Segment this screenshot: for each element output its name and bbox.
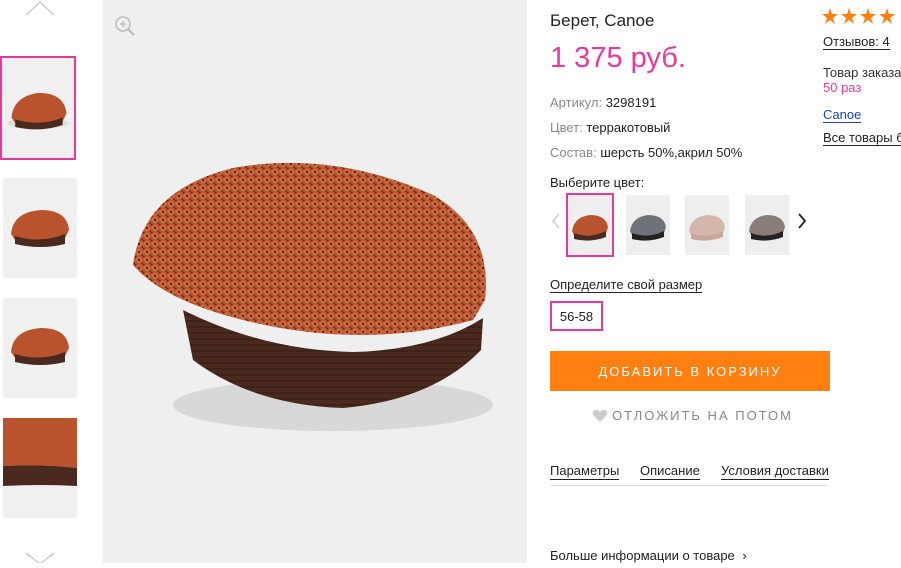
thumbnails-down-arrow-icon[interactable] — [24, 552, 56, 563]
ordered-count: 50 раз — [823, 80, 862, 95]
tabs-divider — [550, 485, 827, 486]
thumbnail-1[interactable] — [0, 56, 76, 160]
ordered-label: Товар заказан — [823, 65, 901, 80]
reviews-link[interactable]: Отзывов: 4 — [823, 34, 890, 50]
attribute-value: 3298191 — [605, 95, 657, 110]
attribute-value: терракотовый — [586, 120, 671, 135]
color-swatch-beige[interactable] — [685, 195, 729, 255]
color-swatch-grey[interactable] — [626, 195, 670, 255]
thumbnails-up-arrow-icon[interactable] — [24, 0, 56, 16]
choose-color-label: Выберите цвет: — [550, 175, 645, 190]
color-swatch-taupe[interactable] — [745, 195, 789, 255]
attribute-article: Артикул: 3298191 — [550, 95, 656, 110]
tab-parameters[interactable]: Параметры — [550, 463, 620, 480]
attribute-composition: Состав: шерсть 50%,акрил 50% — [550, 145, 742, 160]
more-info-label: Больше информации о товаре — [550, 548, 735, 563]
star-icon — [879, 8, 895, 24]
thumbnail-4[interactable] — [3, 418, 77, 518]
save-for-later-label: ОТЛОЖИТЬ НА ПОТОМ — [612, 408, 793, 423]
attribute-label: Цвет: — [550, 120, 583, 135]
attribute-color: Цвет: терракотовый — [550, 120, 670, 135]
save-for-later-button[interactable]: ОТЛОЖИТЬ НА ПОТОМ — [592, 408, 793, 423]
color-prev-arrow-icon[interactable] — [551, 213, 561, 229]
star-icon — [822, 8, 838, 24]
add-to-cart-button[interactable]: ДОБАВИТЬ В КОРЗИНУ — [550, 351, 830, 391]
attribute-label: Артикул: — [550, 95, 603, 110]
zoom-icon[interactable] — [114, 15, 136, 37]
more-info-link[interactable]: Больше информации о товаре › — [550, 548, 747, 563]
rating-stars — [822, 8, 901, 30]
product-title: Берет, Canoe — [550, 11, 655, 30]
brand-link[interactable]: Canoe — [823, 108, 862, 123]
star-icon — [841, 8, 857, 24]
size-option-56-58[interactable]: 56-58 — [550, 301, 603, 331]
tab-delivery[interactable]: Условия доставки — [721, 463, 829, 480]
size-guide-link[interactable]: Определите свой размер — [550, 277, 703, 293]
star-icon — [860, 8, 876, 24]
color-next-arrow-icon[interactable] — [797, 213, 807, 229]
chevron-right-icon: › — [742, 548, 747, 563]
attribute-label: Состав: — [550, 145, 597, 160]
heart-icon — [592, 409, 608, 422]
thumbnail-2[interactable] — [3, 178, 77, 278]
product-price: 1 375 руб. — [550, 42, 686, 74]
tab-description[interactable]: Описание — [640, 463, 700, 480]
color-swatch-terracotta[interactable] — [566, 193, 614, 257]
thumbnail-3[interactable] — [3, 298, 77, 398]
main-product-image[interactable] — [103, 0, 527, 563]
all-brand-products-link[interactable]: Все товары бренда — [823, 130, 901, 146]
attribute-value: шерсть 50%,акрил 50% — [600, 145, 743, 160]
